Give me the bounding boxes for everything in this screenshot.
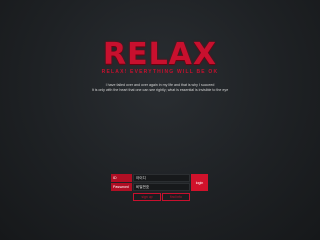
id-label: ID [111,174,132,182]
id-input[interactable]: 아이디 [133,174,190,182]
password-input[interactable]: 비밀번호 [133,183,190,191]
password-label: Password [111,183,132,191]
tagline: RELAX! EVERYTHING WILL BE OK [101,69,219,75]
quote-line-2: It is only with the heart that one can s… [91,88,229,92]
login-button[interactable]: login [191,174,208,191]
find-info-button[interactable]: find info [162,193,190,201]
background [0,0,320,240]
login-form: ID 아이디 Password 비밀번호 login sign up find … [111,174,208,202]
quote-block: I have failed over and over again in my … [0,83,320,93]
signup-button[interactable]: sign up [133,193,161,201]
relax-logo: RELAX [102,37,218,72]
